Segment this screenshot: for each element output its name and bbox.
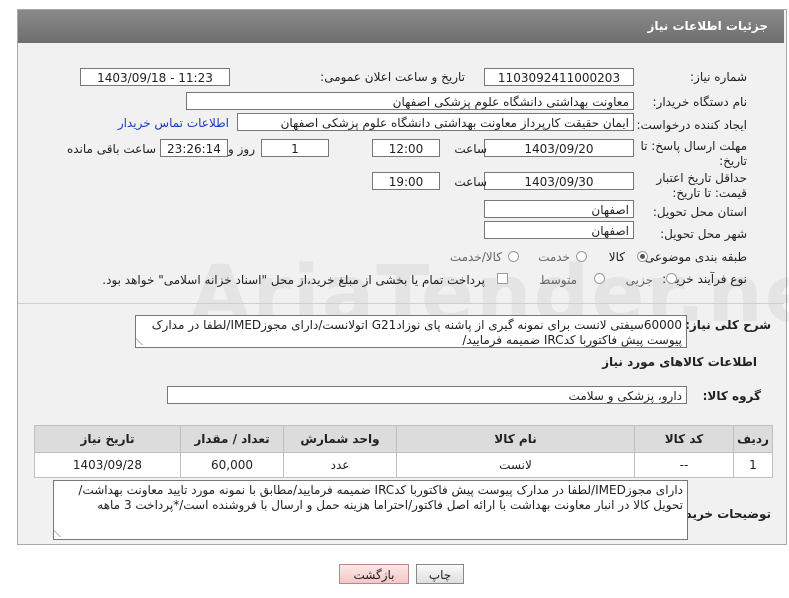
cell-row: 1: [733, 452, 773, 478]
purchase-medium-radio[interactable]: [594, 273, 605, 284]
category-goods-service-radio[interactable]: [508, 251, 519, 262]
validity-time-label: ساعت: [454, 175, 487, 189]
buyer-notes-textarea[interactable]: دارای مجوزIMED/لطفا در مدارک پیوست پیش ف…: [53, 480, 688, 540]
col-code: کد کالا: [634, 425, 734, 453]
city-field: اصفهان: [484, 221, 634, 239]
print-button[interactable]: چاپ: [416, 564, 464, 584]
send-time-field: 12:00: [372, 139, 440, 157]
table-header-row: ردیف کد کالا نام کالا واحد شمارش تعداد /…: [34, 425, 773, 453]
col-unit: واحد شمارش: [283, 425, 397, 453]
col-row: ردیف: [733, 425, 773, 453]
cell-need-date: 1403/09/28: [34, 452, 181, 478]
page-title: جزئیات اطلاعات نیاز: [647, 19, 768, 33]
payment-note: پرداخت تمام یا بخشی از مبلغ خرید،از محل …: [102, 273, 485, 287]
send-deadline-label: مهلت ارسال پاسخ: تا تاریخ:: [640, 139, 747, 168]
send-time-label: ساعت: [454, 142, 487, 156]
creator-label: ایجاد کننده درخواست:: [636, 118, 747, 132]
goods-section-title: اطلاعات کالاهای مورد نیاز: [602, 355, 757, 369]
items-table: ردیف کد کالا نام کالا واحد شمارش تعداد /…: [34, 425, 773, 478]
province-label: استان محل تحویل:: [652, 205, 747, 219]
need-number-label: شماره نیاز:: [690, 70, 747, 84]
buyer-org-field: معاونت بهداشتی دانشگاه علوم پزشکی اصفهان: [186, 92, 634, 110]
purchase-medium-label: متوسط: [539, 273, 577, 287]
validity-time-field: 19:00: [372, 172, 440, 190]
day-and-label: روز و: [228, 142, 255, 156]
cell-quantity: 60,000: [180, 452, 284, 478]
category-goods-radio[interactable]: [637, 251, 648, 262]
cell-name: لانست: [396, 452, 635, 478]
col-name: نام کالا: [396, 425, 635, 453]
goods-group-label: گروه کالا:: [702, 389, 761, 403]
resize-handle-icon[interactable]: [136, 337, 151, 345]
category-service-radio[interactable]: [576, 251, 587, 262]
cell-unit: عدد: [283, 452, 397, 478]
back-button[interactable]: بازگشت: [339, 564, 409, 584]
resize-handle-icon[interactable]: [54, 529, 69, 537]
announce-label: تاریخ و ساعت اعلان عمومی:: [320, 70, 465, 84]
purchase-minor-label: جزیی: [625, 273, 653, 287]
goods-group-field: دارو، پزشکی و سلامت: [167, 386, 687, 404]
need-number-field: 1103092411000203: [484, 68, 634, 86]
buyer-notes-text: دارای مجوزIMED/لطفا در مدارک پیوست پیش ف…: [78, 483, 683, 512]
description-textarea[interactable]: 60000سیفتی لانست برای نمونه گیری از پاشن…: [135, 315, 687, 348]
description-text: 60000سیفتی لانست برای نمونه گیری از پاشن…: [151, 318, 682, 347]
province-field: اصفهان: [484, 200, 634, 218]
price-validity-label: حداقل تاریخ اعتبار قیمت: تا تاریخ:: [656, 171, 747, 200]
validity-date-field: 1403/09/30: [484, 172, 634, 190]
treasury-checkbox[interactable]: [497, 273, 508, 284]
table-row: 1 -- لانست عدد 60,000 1403/09/28: [34, 452, 773, 478]
remaining-label: ساعت باقی مانده: [66, 142, 156, 156]
buyer-org-label: نام دستگاه خریدار:: [652, 95, 748, 109]
day-count-field: 1: [261, 139, 329, 157]
city-label: شهر محل تحویل:: [660, 227, 747, 241]
category-label: طبقه بندی موضوعی:: [640, 250, 747, 264]
creator-field: ایمان حقیقت کارپرداز معاونت بهداشتی دانش…: [237, 113, 634, 131]
announce-field: 1403/09/18 - 11:23: [80, 68, 230, 86]
col-need-date: تاریخ نیاز: [34, 425, 181, 453]
col-quantity: تعداد / مقدار: [180, 425, 284, 453]
cell-code: --: [634, 452, 734, 478]
category-service-label: خدمت: [538, 250, 570, 264]
purchase-minor-radio[interactable]: [666, 273, 677, 284]
panel-header: جزئیات اطلاعات نیاز: [18, 10, 784, 43]
description-label: شرح کلی نیاز:: [685, 318, 771, 332]
send-date-field: 1403/09/20: [484, 139, 634, 157]
category-goods-service-label: کالا/خدمت: [449, 250, 502, 264]
contact-info-link[interactable]: اطلاعات تماس خریدار: [118, 116, 229, 130]
remaining-time-field: 23:26:14: [160, 139, 228, 157]
category-goods-label: کالا: [608, 250, 625, 264]
